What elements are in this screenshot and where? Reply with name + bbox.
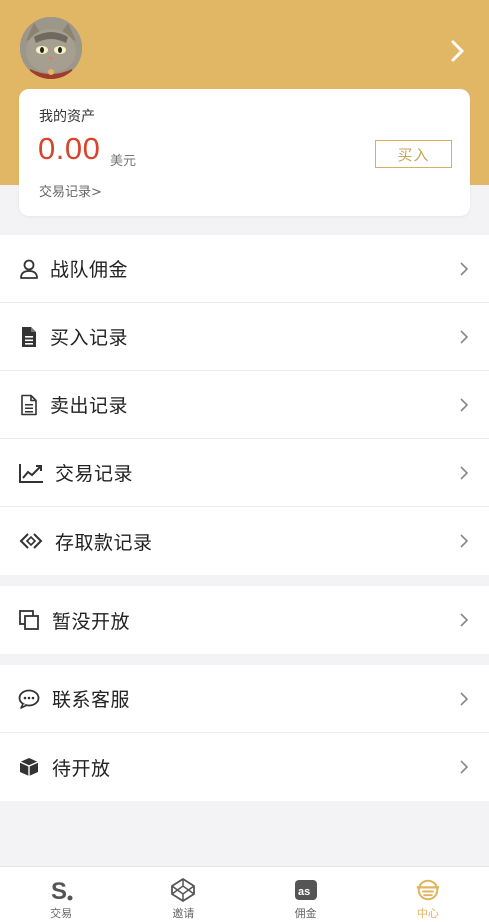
avatar[interactable]	[20, 17, 82, 79]
chevron-right-icon	[458, 691, 470, 707]
s-logo-icon: S	[48, 877, 74, 903]
document-outline-icon	[18, 394, 40, 416]
chevron-right-icon	[458, 261, 470, 277]
chevron-right-icon	[458, 397, 470, 413]
tab-label: 佣金	[294, 907, 317, 920]
exchange-icon	[18, 530, 44, 552]
transaction-history-link[interactable]: 交易记录>	[39, 181, 102, 200]
chevron-right-icon	[458, 533, 470, 549]
tab-center[interactable]: 中心	[367, 867, 489, 922]
menu-item-not-open[interactable]: 暂没开放	[0, 586, 489, 654]
document-icon	[18, 326, 40, 348]
menu-group-closed: 暂没开放	[0, 586, 489, 654]
header-chevron-right-icon[interactable]	[446, 38, 468, 64]
menu-item-label: 交易记录	[55, 463, 134, 485]
chevron-right-icon	[458, 759, 470, 775]
svg-text:S: S	[51, 878, 67, 903]
chart-line-icon	[18, 462, 44, 484]
asset-card: 我的资产 0.00 美元 交易记录> 买入	[19, 89, 470, 216]
menu-item-label: 战队佣金	[50, 259, 129, 281]
menu-item-trade-records[interactable]: 交易记录	[0, 439, 489, 507]
menu-item-label: 买入记录	[50, 327, 129, 349]
asset-unit: 美元	[110, 154, 137, 169]
user-icon	[18, 258, 40, 280]
tab-label: 中心	[416, 907, 439, 920]
tab-trade[interactable]: S 交易	[0, 867, 122, 922]
menu-item-label: 卖出记录	[50, 395, 129, 417]
lastfm-icon: as	[293, 877, 319, 903]
asset-title: 我的资产	[39, 109, 95, 125]
chevron-right-icon	[458, 465, 470, 481]
codepen-icon	[170, 877, 196, 903]
copy-icon	[18, 609, 40, 631]
menu-item-label: 存取款记录	[55, 531, 153, 554]
asset-value: 0.00	[38, 131, 101, 166]
menu-item-contact-support[interactable]: 联系客服	[0, 665, 489, 733]
menu-group-support: 联系客服 待开放	[0, 665, 489, 801]
tab-label: 交易	[50, 907, 73, 920]
menu-item-label: 联系客服	[52, 689, 131, 711]
buy-button[interactable]: 买入	[375, 140, 452, 168]
chat-icon	[18, 688, 40, 710]
tab-commission[interactable]: as 佣金	[245, 867, 367, 922]
menu-item-label: 暂没开放	[52, 610, 131, 633]
cat-avatar-image	[20, 17, 82, 79]
menu-item-buy-records[interactable]: 买入记录	[0, 303, 489, 371]
menu-item-team-commission[interactable]: 战队佣金	[0, 235, 489, 303]
tab-invite[interactable]: 邀请	[122, 867, 244, 922]
menu-item-sell-records[interactable]: 卖出记录	[0, 371, 489, 439]
center-icon	[415, 877, 441, 903]
menu-group-records: 战队佣金 买入记录 卖出记录 交易记录 存取款记录	[0, 235, 489, 575]
bottom-tab-bar: S 交易 邀请 as 佣金 中心	[0, 866, 489, 922]
box-icon	[18, 756, 40, 778]
svg-text:as: as	[298, 886, 310, 898]
chevron-right-icon	[458, 329, 470, 345]
menu-item-deposit-withdraw-records[interactable]: 存取款记录	[0, 507, 489, 575]
menu-item-pending-open[interactable]: 待开放	[0, 733, 489, 801]
tab-label: 邀请	[172, 907, 195, 920]
menu-item-label: 待开放	[52, 757, 111, 780]
chevron-right-icon	[458, 612, 470, 628]
